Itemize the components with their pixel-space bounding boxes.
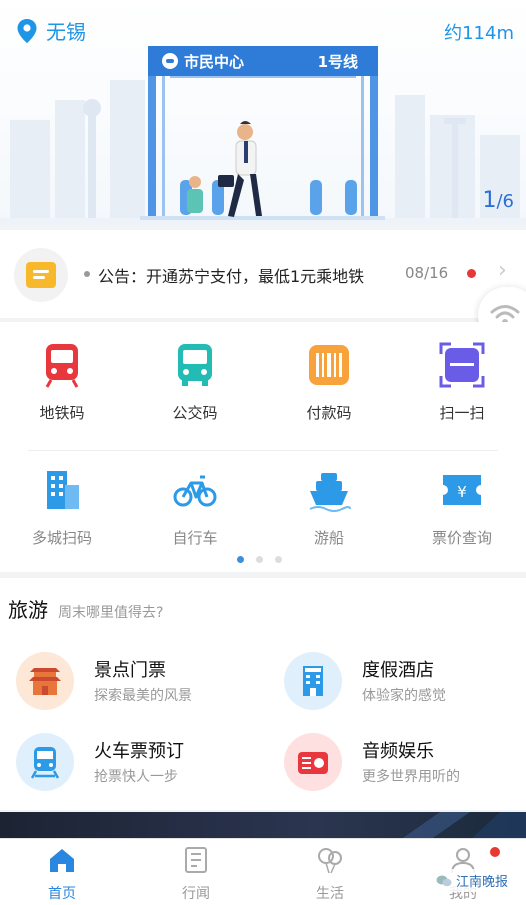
announcement-text: 公告：开通苏宁支付，最低1元乘地铁 [98, 267, 365, 286]
ticket-icon: ¥ [443, 475, 481, 505]
news-icon [185, 847, 207, 873]
travel-item-name: 度假酒店 [362, 660, 434, 681]
bullet-dot [84, 271, 90, 277]
travel-item-resort-hotel[interactable]: 度假酒店 体验家的感觉 [284, 652, 526, 712]
pagoda-icon [16, 652, 74, 710]
nav-life[interactable]: 生活 [290, 845, 370, 903]
nav-label: 首页 [48, 886, 76, 902]
banner-pager: 1/6 [482, 188, 514, 213]
grid-item-scan[interactable]: 扫一扫 [407, 342, 517, 423]
grid-label: 付款码 [306, 404, 352, 422]
travel-item-attraction-tickets[interactable]: 景点门票 探索最美的风景 [16, 652, 266, 712]
pager-total: /6 [496, 191, 514, 212]
grid-divider [28, 450, 498, 451]
travel-item-desc: 抢票快人一步 [94, 769, 178, 785]
train-icon [16, 733, 74, 791]
grid-page-indicator [237, 556, 282, 563]
source-watermark: 江南晚报 [432, 869, 513, 892]
grid-label: 票价查询 [431, 529, 492, 547]
travel-subtitle: 周末哪里值得去? [58, 605, 164, 621]
metro-icon [45, 344, 79, 388]
travel-item-name: 音频娱乐 [362, 741, 434, 762]
nav-label: 行闻 [182, 886, 210, 902]
travel-item-name: 景点门票 [94, 660, 166, 681]
location-selector[interactable]: 无锡 [16, 16, 86, 45]
travel-header: 旅游 周末哪里值得去? [8, 594, 163, 623]
function-grid: 地铁码 公交码 付款码 扫一扫 多城扫码 自行车 游船 ¥ 票价查询 [0, 322, 526, 572]
travel-item-train-tickets[interactable]: 火车票预订 抢票快人一步 [16, 733, 266, 793]
grid-label: 游船 [313, 529, 344, 547]
grid-label: 地铁码 [39, 404, 85, 422]
grid-item-bicycle[interactable]: 自行车 [140, 467, 250, 548]
chevron-right-icon[interactable]: › [498, 258, 507, 283]
page-dot [256, 556, 263, 563]
travel-section: 旅游 周末哪里值得去? 景点门票 探索最美的风景 度假酒店 体验家的感觉 火车票… [0, 578, 526, 810]
grid-item-pay-code[interactable]: 付款码 [274, 342, 384, 423]
travel-item-name: 火车票预订 [94, 741, 184, 762]
unread-dot [467, 269, 476, 278]
travel-title: 旅游 [8, 598, 48, 622]
balloon-icon [318, 848, 342, 874]
card-preview-art [400, 812, 526, 840]
hotel-icon [284, 652, 342, 710]
bus-icon [178, 344, 212, 386]
wechat-icon [436, 875, 452, 886]
page-dot [275, 556, 282, 563]
station-distance: 约114m [444, 23, 514, 44]
nav-news[interactable]: 行闻 [156, 845, 236, 903]
home-icon [50, 849, 74, 872]
travel-item-audio-entertainment[interactable]: 音频娱乐 更多世界用听的 [284, 733, 526, 793]
boat-icon [309, 473, 351, 512]
travel-item-desc: 体验家的感觉 [362, 688, 446, 704]
barcode-icon [309, 345, 349, 385]
city-name: 无锡 [46, 20, 86, 44]
notification-badge [490, 847, 500, 857]
nav-home[interactable]: 首页 [22, 845, 102, 903]
station-gate-illustration [140, 46, 385, 220]
grid-item-multi-city[interactable]: 多城扫码 [7, 467, 117, 548]
pager-current: 1 [482, 188, 497, 213]
scan-icon [439, 342, 485, 388]
announcement-date: 08/16 [405, 264, 449, 282]
nav-label: 生活 [316, 886, 344, 902]
svg-text:¥: ¥ [457, 483, 467, 501]
building-icon [47, 471, 79, 509]
grid-label: 公交码 [172, 404, 218, 422]
grid-label: 多城扫码 [31, 529, 92, 547]
page-dot-active [237, 556, 244, 563]
grid-item-bus-code[interactable]: 公交码 [140, 342, 250, 423]
grid-item-boat[interactable]: 游船 [274, 467, 384, 548]
radio-icon [284, 733, 342, 791]
travel-item-desc: 探索最美的风景 [94, 688, 192, 704]
grid-label: 自行车 [172, 529, 218, 547]
travel-item-desc: 更多世界用听的 [362, 769, 460, 785]
grid-item-fare-query[interactable]: ¥ 票价查询 [407, 467, 517, 548]
grid-item-metro-code[interactable]: 地铁码 [7, 342, 117, 423]
announcement-icon [14, 248, 68, 302]
announcement-bar[interactable]: 公告：开通苏宁支付，最低1元乘地铁 08/16 › [0, 230, 526, 318]
bicycle-icon [173, 475, 217, 507]
watermark-text: 江南晚报 [456, 875, 509, 890]
next-card-preview[interactable] [0, 812, 526, 840]
hero-banner[interactable]: 无锡 约114m 市民中心 1号线 1/6 [0, 0, 526, 225]
location-pin-icon [17, 18, 37, 43]
grid-label: 扫一扫 [439, 404, 485, 422]
